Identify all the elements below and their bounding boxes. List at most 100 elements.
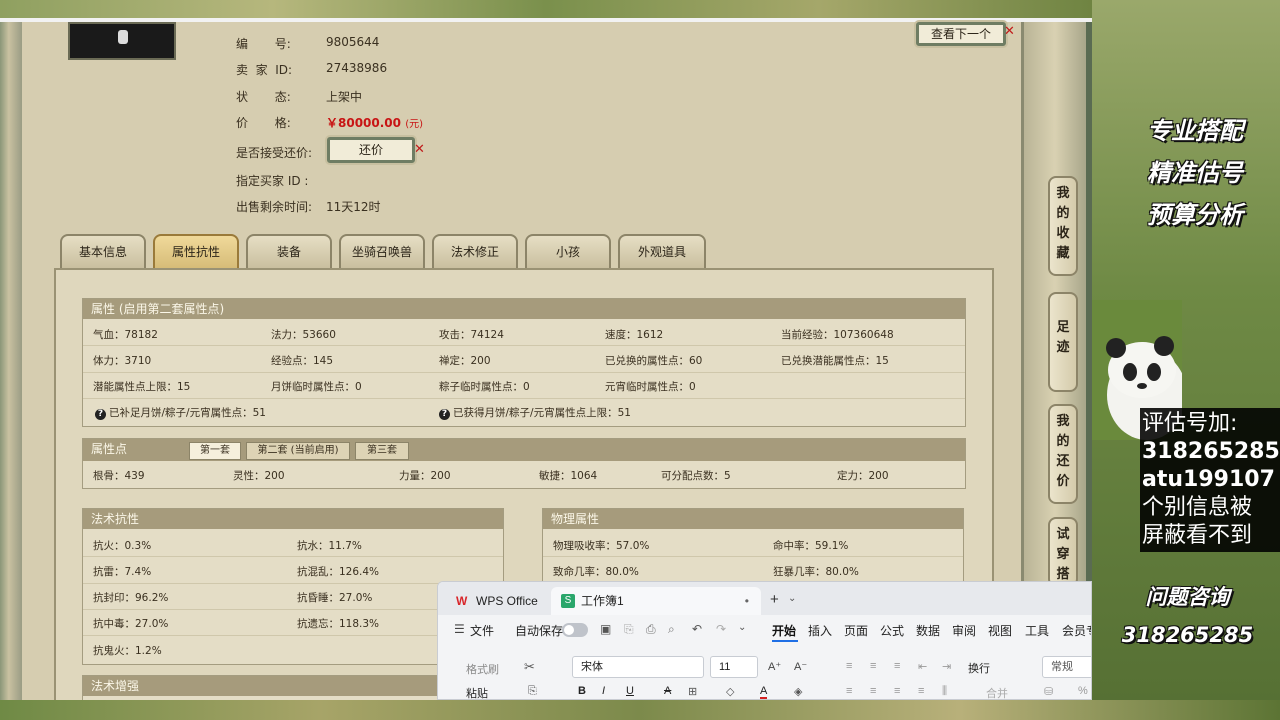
export-icon[interactable]: ⎘ bbox=[624, 622, 634, 637]
distribute-icon[interactable]: ⫼ bbox=[942, 685, 947, 698]
cut-icon[interactable]: ✂ bbox=[524, 659, 535, 675]
chevron-down-icon[interactable]: ⌄ bbox=[738, 622, 746, 633]
resist-fire: 抗火：0.3% bbox=[93, 540, 152, 552]
row-divider bbox=[83, 556, 503, 557]
points-set-1-tab[interactable]: 第一套 bbox=[189, 442, 241, 460]
points-set-2-tab[interactable]: 第二套 (当前启用) bbox=[246, 442, 350, 460]
ribbon-tab-member[interactable]: 会员专 bbox=[1062, 622, 1091, 639]
font-shrink-icon[interactable]: A⁻ bbox=[794, 660, 807, 673]
ribbon-tab-view[interactable]: 视图 bbox=[988, 622, 1012, 639]
row-divider bbox=[83, 372, 965, 373]
help-icon[interactable]: ? bbox=[95, 409, 106, 420]
ribbon-tab-home[interactable]: 开始 bbox=[772, 622, 796, 639]
save-icon[interactable]: ▣ bbox=[600, 622, 611, 636]
tab-attributes[interactable]: 属性抗性 bbox=[153, 234, 239, 268]
new-tab-icon[interactable]: + bbox=[770, 591, 779, 608]
stat-stamina: 体力：3710 bbox=[93, 355, 152, 367]
italic-icon[interactable]: I bbox=[602, 685, 605, 697]
currency-icon[interactable]: ⛁ bbox=[1044, 685, 1053, 698]
ribbon-tab-page[interactable]: 页面 bbox=[844, 622, 868, 639]
preview-icon[interactable]: ⌕ bbox=[668, 622, 675, 637]
strikethrough-icon[interactable]: A bbox=[664, 685, 671, 697]
underline-icon[interactable]: U bbox=[626, 685, 634, 697]
tab-basic-info[interactable]: 基本信息 bbox=[60, 234, 146, 268]
side-tab-try-on[interactable]: 试穿搭 bbox=[1048, 517, 1078, 587]
percent-icon[interactable]: % bbox=[1078, 685, 1088, 697]
active-tab-indicator bbox=[772, 640, 798, 642]
wps-doc-tab[interactable]: S 工作簿1 • bbox=[551, 587, 761, 615]
justify-icon[interactable]: ≡ bbox=[918, 685, 924, 697]
indent-decrease-icon[interactable]: ⇤ bbox=[918, 660, 927, 673]
align-right-icon[interactable]: ≡ bbox=[894, 685, 900, 697]
font-size-select[interactable]: 11 bbox=[710, 656, 758, 678]
wps-home-tab[interactable]: W WPS Office bbox=[446, 587, 546, 615]
tab-child[interactable]: 小孩 bbox=[525, 234, 611, 268]
indent-increase-icon[interactable]: ⇥ bbox=[942, 660, 951, 673]
font-color-icon[interactable]: A bbox=[760, 685, 768, 699]
stat-zen: 禅定：200 bbox=[439, 355, 491, 367]
border-icon[interactable]: ⊞ bbox=[688, 685, 697, 698]
price-value: ￥80000.00 (元) bbox=[326, 114, 423, 131]
point-agility: 敏捷：1064 bbox=[539, 470, 598, 482]
side-tab-label: 我的收藏 bbox=[1056, 186, 1070, 261]
fill-color-icon[interactable]: ◇ bbox=[726, 685, 734, 698]
ribbon-tab-data[interactable]: 数据 bbox=[916, 622, 940, 639]
unsaved-dot-icon[interactable]: • bbox=[745, 587, 749, 615]
bold-icon[interactable]: B bbox=[578, 685, 586, 697]
side-tab-favorites[interactable]: 我的收藏 bbox=[1048, 176, 1078, 276]
tab-equipment[interactable]: 装备 bbox=[246, 234, 332, 268]
align-bottom-icon[interactable]: ≡ bbox=[894, 660, 900, 672]
undo-icon[interactable]: ↶ bbox=[692, 622, 702, 636]
ribbon-tab-tools[interactable]: 工具 bbox=[1025, 622, 1049, 639]
number-format-select[interactable]: 常规 bbox=[1042, 656, 1091, 678]
stat-mp: 法力：53660 bbox=[271, 329, 336, 341]
point-free: 可分配点数：5 bbox=[661, 470, 731, 482]
next-listing-button[interactable]: 查看下一个 bbox=[916, 22, 1006, 46]
side-tab-footprint[interactable]: 足迹 bbox=[1048, 292, 1078, 392]
font-family-select[interactable]: 宋体 bbox=[572, 656, 704, 678]
counter-offer-button[interactable]: 还价 bbox=[327, 137, 415, 163]
file-menu[interactable]: 文件 bbox=[470, 622, 494, 639]
format-painter-button[interactable]: 格式刷 bbox=[466, 661, 499, 677]
info-key: 出售剩余时间: bbox=[236, 200, 313, 214]
side-tab-my-offers[interactable]: 我的还价 bbox=[1048, 404, 1078, 504]
align-top-icon[interactable]: ≡ bbox=[846, 660, 852, 672]
tab-mounts-pets[interactable]: 坐骑召唤兽 bbox=[339, 234, 425, 268]
align-middle-icon[interactable]: ≡ bbox=[870, 660, 876, 672]
ribbon-tab-formula[interactable]: 公式 bbox=[880, 622, 904, 639]
clear-format-icon[interactable]: ◈ bbox=[794, 685, 802, 698]
wps-home-label: WPS Office bbox=[476, 594, 538, 608]
paste-button[interactable]: 粘贴 bbox=[466, 685, 488, 699]
autosave-toggle[interactable] bbox=[562, 623, 588, 637]
info-value: 上架中 bbox=[326, 90, 363, 104]
stat-attack: 攻击：74124 bbox=[439, 329, 504, 341]
points-set-3-tab[interactable]: 第三套 bbox=[355, 442, 409, 460]
help-icon[interactable]: ? bbox=[439, 409, 450, 420]
phys-crit: 致命几率：80.0% bbox=[553, 566, 639, 578]
copy-icon[interactable]: ⎘ bbox=[528, 685, 537, 698]
tab-appearance[interactable]: 外观道具 bbox=[618, 234, 706, 268]
redo-icon[interactable]: ↷ bbox=[716, 622, 726, 636]
attr-section: 属性 (启用第二套属性点) 气血：78182 法力：53660 攻击：74124… bbox=[82, 298, 966, 427]
stat-hp: 气血：78182 bbox=[93, 329, 158, 341]
side-tab-label: 我的还价 bbox=[1056, 414, 1070, 489]
ribbon-tab-insert[interactable]: 插入 bbox=[808, 622, 832, 639]
align-left-icon[interactable]: ≡ bbox=[846, 685, 852, 697]
align-center-icon[interactable]: ≡ bbox=[870, 685, 876, 697]
font-grow-icon[interactable]: A⁺ bbox=[768, 660, 781, 673]
ribbon-tab-review[interactable]: 审阅 bbox=[952, 622, 976, 639]
stat-exchanged: 已兑换的属性点：60 bbox=[605, 355, 703, 367]
wrap-text-button[interactable]: 换行 bbox=[968, 660, 990, 676]
hamburger-icon[interactable]: ☰ bbox=[454, 622, 465, 636]
resist-seal: 抗封印：96.2% bbox=[93, 592, 169, 604]
merge-cells-button[interactable]: 合并 bbox=[986, 685, 1008, 699]
stat-speed: 速度：1612 bbox=[605, 329, 664, 341]
spreadsheet-icon: S bbox=[561, 594, 575, 608]
background-foliage-top bbox=[0, 0, 1092, 18]
wps-logo-icon: W bbox=[456, 594, 468, 608]
tab-spell-mod[interactable]: 法术修正 bbox=[432, 234, 518, 268]
price-unit: (元) bbox=[405, 119, 424, 130]
chevron-down-icon[interactable]: ⌄ bbox=[788, 593, 796, 604]
section-header: 属性 (启用第二套属性点) bbox=[83, 299, 965, 319]
print-icon[interactable]: ⎙ bbox=[646, 622, 656, 637]
